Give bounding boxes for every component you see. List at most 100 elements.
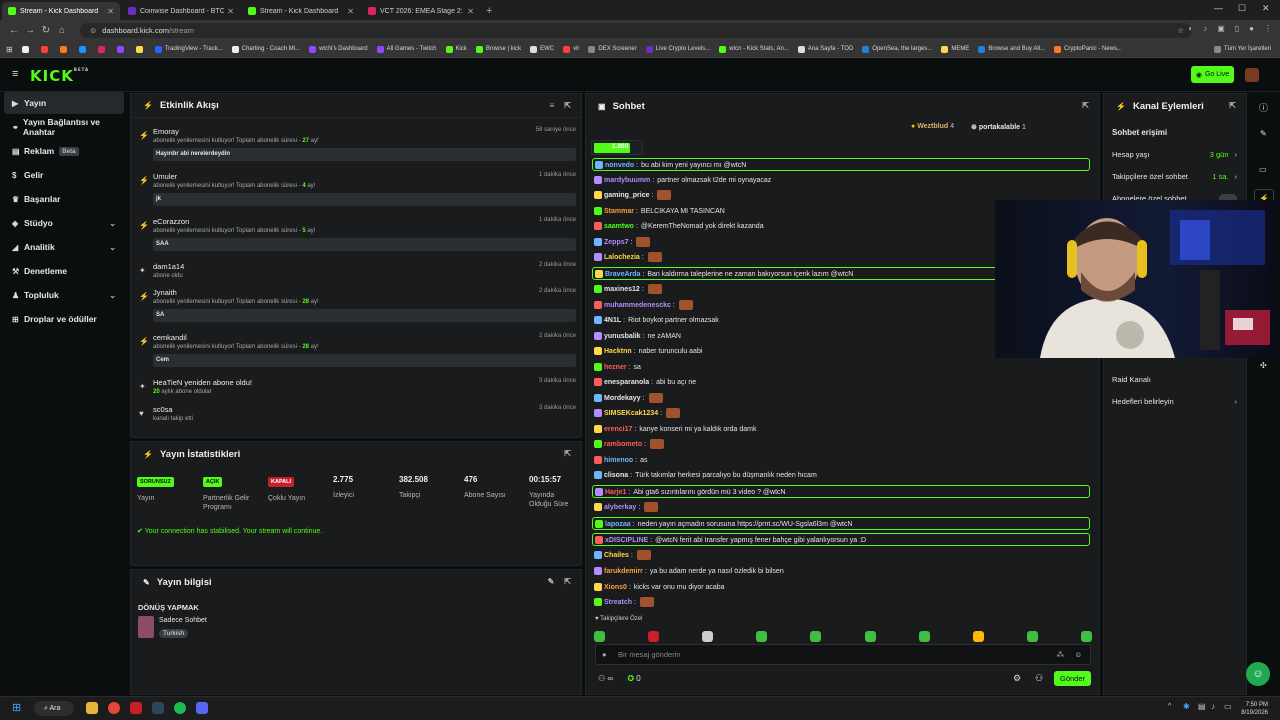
chat-username[interactable]: muhammedenesckc <box>604 302 671 309</box>
browser-tab[interactable]: Stream - Kick Dashboard ✕ <box>2 2 120 20</box>
network-icon[interactable]: ▤ <box>1198 702 1206 711</box>
set-goals-action[interactable]: Hedefleri belirleyin › <box>1112 394 1237 408</box>
chat-username[interactable]: enesparanola <box>604 379 649 386</box>
chat-username[interactable]: SIMSEKcak1234 <box>604 410 658 417</box>
browser-tab[interactable]: Coinwise Dashboard - BTC Cryp✕ <box>122 2 240 20</box>
menu-dots-icon[interactable]: ⋮ <box>1264 24 1272 33</box>
sidebar-item-yayin[interactable]: ▶ Yayın <box>4 92 124 114</box>
sidebar-item-denetleme[interactable]: ⚒ Denetleme <box>4 260 124 282</box>
raid-channel-action[interactable]: Raid Kanalı <box>1112 372 1237 386</box>
user-avatar[interactable] <box>1245 68 1259 82</box>
bookmark-star-icon[interactable]: ☆ <box>1177 26 1184 35</box>
file-explorer-icon[interactable] <box>86 702 98 714</box>
chat-username[interactable]: erenci17 <box>604 426 632 433</box>
sidebar-item-analitik[interactable]: ◢ Analitik ⌄ <box>4 236 124 258</box>
sidebar-item-topluluk[interactable]: ♟ Topluluk ⌄ <box>4 284 124 306</box>
close-tab-icon[interactable]: ✕ <box>467 7 474 16</box>
bookmark-icon[interactable] <box>135 45 146 53</box>
bookmark-x-icon[interactable] <box>21 45 32 53</box>
reload-icon[interactable]: ↻ <box>38 25 54 36</box>
chat-message[interactable]: 4N1L: Riot boykot partner olmazsak <box>594 314 719 327</box>
filter-icon[interactable]: ≡ <box>550 101 555 110</box>
hamburger-menu-icon[interactable]: ≡ <box>12 68 18 80</box>
tool-icon[interactable]: ✎ <box>1260 129 1267 138</box>
home-icon[interactable]: ⌂ <box>54 25 70 36</box>
maximize-icon[interactable]: ☐ <box>1238 3 1246 14</box>
chat-username[interactable]: farukdemirr <box>604 568 643 575</box>
chat-message[interactable]: muhammedenesckc: <box>594 299 694 312</box>
chat-username[interactable]: xDISCIPLINE <box>605 537 648 544</box>
emote-icon[interactable] <box>864 631 876 642</box>
emote-picker-icon[interactable]: ⁂ <box>1057 650 1065 659</box>
chat-message[interactable]: yunusbalik: ne zAMAN <box>594 330 681 343</box>
kick-logo[interactable]: KICKBETA <box>30 67 89 85</box>
chat-message[interactable]: Streatch: <box>594 596 655 609</box>
chat-message[interactable]: maxines12: <box>594 283 663 296</box>
chat-username[interactable]: Streatch <box>604 599 632 606</box>
bookmark-item[interactable]: OpenSea, the larges... <box>862 45 932 53</box>
bookmark-item[interactable]: vlr <box>563 45 579 53</box>
chat-message[interactable]: nonvedo: bu abi kim yeni yayıncı mı @wtcN <box>592 158 1090 171</box>
chat-username[interactable]: BraveArda <box>605 271 640 278</box>
chat-username[interactable]: clisona <box>604 472 628 479</box>
windows-start-icon[interactable]: ⊞ <box>12 701 21 714</box>
bookmark-item[interactable]: wtcN's Dashboard <box>309 45 368 53</box>
tray-chevron-icon[interactable]: ^ <box>1168 703 1171 710</box>
bookmark-icon[interactable] <box>59 45 70 53</box>
popout-icon[interactable]: ⇱ <box>564 577 571 586</box>
bookmark-item[interactable]: Browse | kick <box>475 45 521 53</box>
chat-message[interactable]: clisona: Türk takımlar herkesi parcalıyo … <box>594 469 817 482</box>
emote-icon[interactable] <box>1026 631 1038 642</box>
emote-icon[interactable] <box>810 631 822 642</box>
sidebar-item-basarilar[interactable]: ♛ Başarılar <box>4 188 124 210</box>
emote-icon[interactable] <box>594 631 605 642</box>
chat-username[interactable]: Xions0 <box>604 584 627 591</box>
taskbar-search[interactable]: ⌕ Ara <box>34 701 74 716</box>
bookmark-item[interactable]: Ana Sayfa - TOD <box>797 45 853 53</box>
popout-icon[interactable]: ⇱ <box>564 449 571 458</box>
chat-message[interactable]: Xions0: kicks var onu mu diyor acaba <box>594 581 725 594</box>
chat-message[interactable]: Hacktnn: naber turunculu aabi <box>594 345 702 358</box>
profile-icon[interactable]: ● <box>1249 24 1254 33</box>
sidepanel-icon[interactable]: ▯ <box>1235 24 1239 33</box>
popout-icon[interactable]: ⇱ <box>1082 101 1089 110</box>
chat-input[interactable]: ● Bir mesaj gönderin ⁂ ☺ <box>595 644 1091 665</box>
sidebar-item-reklam[interactable]: ▤ Reklam Beta <box>4 140 124 162</box>
chat-username[interactable]: mardybuumm <box>604 177 650 184</box>
spotify-icon[interactable] <box>174 702 186 714</box>
chat-users-icon[interactable]: ⚇ <box>1035 673 1043 684</box>
bookmark-item[interactable]: CryptoPanic - News... <box>1054 45 1122 53</box>
address-bar[interactable]: ⊜ dashboard.kick.com/stream ☆ <box>80 23 1192 38</box>
emote-icon[interactable] <box>756 631 768 642</box>
chat-message[interactable]: gaming_price: <box>594 189 672 202</box>
tray-icon[interactable]: ▭ <box>1224 702 1232 711</box>
chat-username[interactable]: hezner <box>604 364 627 371</box>
chat-message[interactable]: erenci17: kanye konseri mi ya kaldık orda… <box>594 423 756 436</box>
chat-username[interactable]: maxines12 <box>604 286 640 293</box>
emote-icon[interactable] <box>648 631 660 642</box>
sidebar-item-droplar[interactable]: ⊞ Droplar ve ödüller <box>4 308 124 330</box>
chat-username[interactable]: rambometo <box>604 441 642 448</box>
bookmark-item[interactable]: Charting - Coach Mi... <box>231 45 300 53</box>
chat-message[interactable]: Zepps7: <box>594 236 651 249</box>
volume-icon[interactable]: ♪ <box>1203 24 1207 33</box>
chat-username[interactable]: Zepps7 <box>604 239 629 246</box>
people-icon[interactable]: ⚇ <box>598 674 605 683</box>
chat-username[interactable]: Mordekayy <box>604 395 641 402</box>
emote-icon[interactable] <box>702 631 714 642</box>
chat-message[interactable]: Chailes: <box>594 549 652 562</box>
new-tab-icon[interactable]: + <box>486 2 492 20</box>
bookmark-item[interactable]: All Games - Twitch <box>376 45 437 53</box>
emote-icon[interactable] <box>972 631 984 642</box>
chat-message[interactable]: xDISCIPLINE: @wtcN ferit abi transfer yap… <box>592 533 1090 546</box>
site-info-icon[interactable]: ⊜ <box>90 26 96 35</box>
go-live-button[interactable]: ◉ Go Live <box>1191 66 1234 83</box>
sidebar-item-studyo[interactable]: ◈ Stüdyo ⌄ <box>4 212 124 234</box>
back-icon[interactable]: ← <box>6 25 22 36</box>
chat-username[interactable]: alyberkay <box>604 504 636 511</box>
emote-icon[interactable] <box>1080 631 1092 642</box>
chat-message[interactable]: farukdemirr: ya bu adam nerde ya nasıl öz… <box>594 565 784 578</box>
app-icon[interactable] <box>130 702 142 714</box>
chat-username[interactable]: saamtwo <box>604 223 634 230</box>
chat-message[interactable]: Harje1: Abi gta6 sızıntılarını gördün mü … <box>592 485 1090 498</box>
